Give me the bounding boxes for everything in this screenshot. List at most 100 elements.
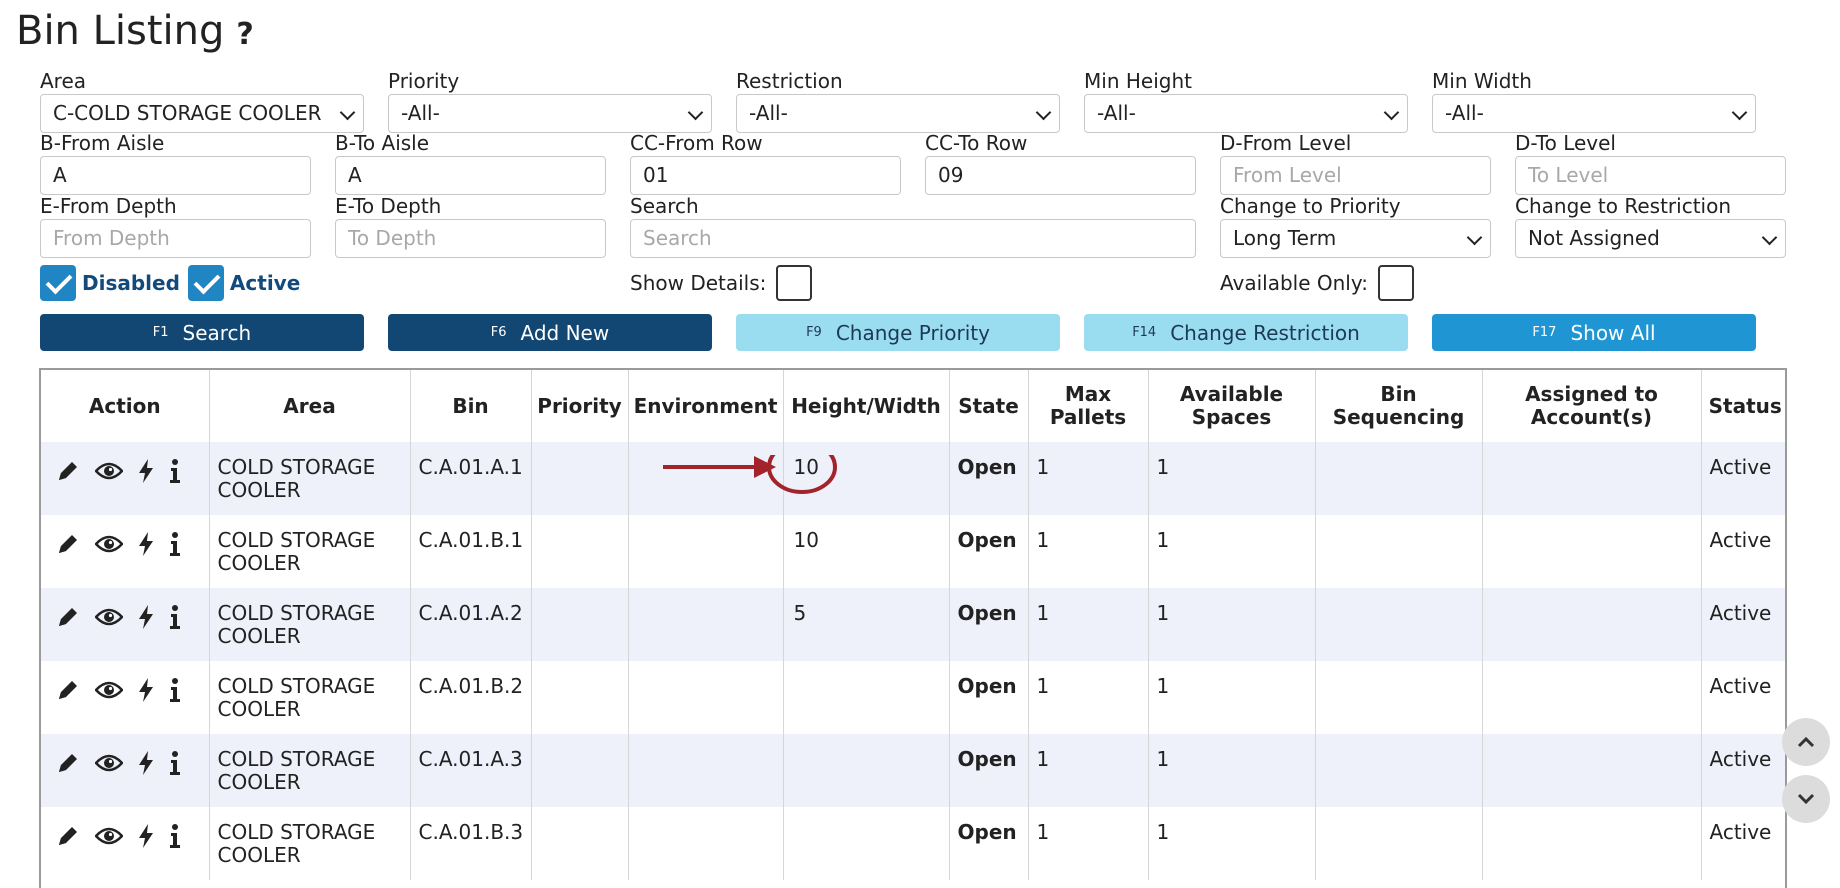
change-priority-button[interactable]: F9 Change Priority: [736, 314, 1060, 351]
add-new-button[interactable]: F6 Add New: [388, 314, 712, 351]
pencil-icon[interactable]: [55, 531, 81, 557]
row-actions: [55, 821, 201, 849]
column-header[interactable]: Bin Sequencing: [1314, 370, 1482, 442]
table-header-row: Action Area Bin Priority Environment Hei…: [41, 370, 1785, 442]
info-icon[interactable]: [169, 604, 181, 630]
info-icon[interactable]: [169, 750, 181, 776]
column-header[interactable]: Max Pallets: [1027, 370, 1148, 442]
column-header[interactable]: Status: [1700, 370, 1785, 442]
from-level-field: D-From Level From Level: [1220, 130, 1491, 195]
min-height-select[interactable]: -All-: [1084, 94, 1408, 133]
pencil-icon[interactable]: [55, 750, 81, 776]
info-icon[interactable]: [169, 458, 181, 484]
priority-select[interactable]: -All-: [388, 94, 712, 133]
priority-label: Priority: [388, 69, 460, 93]
to-level-field: D-To Level To Level: [1515, 130, 1786, 195]
area-select[interactable]: C-COLD STORAGE COOLER: [40, 94, 364, 133]
from-level-input[interactable]: From Level: [1220, 156, 1491, 195]
eye-icon[interactable]: [95, 533, 123, 555]
table-row: COLD STORAGE COOLER C.A.01.B.2 Open 1 1 Activ…: [41, 661, 1785, 734]
pencil-icon[interactable]: [55, 458, 81, 484]
to-depth-input[interactable]: To Depth: [335, 219, 606, 258]
lightning-icon[interactable]: [137, 823, 155, 849]
cell-available-spaces: 1: [1147, 515, 1315, 588]
disabled-checkbox-label[interactable]: Disabled: [82, 271, 180, 295]
column-header[interactable]: Height/Width: [782, 370, 949, 442]
from-row-input[interactable]: 01: [630, 156, 901, 195]
chevron-down-icon: [1797, 793, 1815, 805]
eye-icon[interactable]: [95, 679, 123, 701]
from-depth-input[interactable]: From Depth: [40, 219, 311, 258]
change-restriction-select[interactable]: Not Assigned: [1515, 219, 1786, 258]
cell-max-pallets: 1: [1027, 807, 1148, 880]
eye-icon[interactable]: [95, 460, 123, 482]
lightning-icon[interactable]: [137, 677, 155, 703]
min-width-select[interactable]: -All-: [1432, 94, 1756, 133]
search-button[interactable]: F1 Search: [40, 314, 364, 351]
show-all-button-label: Show All: [1570, 320, 1656, 345]
pencil-icon[interactable]: [55, 823, 81, 849]
show-all-button[interactable]: F17 Show All: [1432, 314, 1756, 351]
column-header[interactable]: Available Spaces: [1147, 370, 1315, 442]
column-header[interactable]: State: [948, 370, 1028, 442]
lightning-icon[interactable]: [137, 531, 155, 557]
page-title-text: Bin Listing: [16, 8, 225, 54]
to-row-input[interactable]: 09: [925, 156, 1196, 195]
cell-state: Open: [948, 734, 1028, 807]
bin-table-container: Action Area Bin Priority Environment Hei…: [39, 368, 1787, 888]
chevron-down-icon: [1731, 104, 1748, 121]
search-button-label: Search: [182, 320, 252, 345]
change-priority-field: Change to Priority Long Term: [1220, 193, 1491, 258]
lightning-icon[interactable]: [137, 750, 155, 776]
info-icon[interactable]: [169, 823, 181, 849]
eye-icon[interactable]: [95, 825, 123, 847]
cell-area: COLD STORAGE COOLER: [208, 515, 410, 588]
scroll-up-button[interactable]: [1782, 718, 1830, 766]
from-aisle-input[interactable]: A: [40, 156, 311, 195]
scroll-down-button[interactable]: [1782, 775, 1830, 823]
column-header[interactable]: Priority: [530, 370, 628, 442]
column-header[interactable]: Assigned to Account(s): [1481, 370, 1701, 442]
info-icon[interactable]: [169, 531, 181, 557]
bin-table: Action Area Bin Priority Environment Hei…: [41, 370, 1785, 880]
help-icon[interactable]: ?: [236, 17, 253, 52]
column-header[interactable]: Bin: [409, 370, 531, 442]
eye-icon[interactable]: [95, 752, 123, 774]
from-row-label: CC-From Row: [630, 131, 763, 155]
lightning-icon[interactable]: [137, 458, 155, 484]
show-details-label: Show Details:: [630, 271, 767, 295]
change-restriction-button[interactable]: F14 Change Restriction: [1084, 314, 1408, 351]
min-width-label: Min Width: [1432, 69, 1532, 93]
to-row-field: CC-To Row 09: [925, 130, 1196, 195]
to-level-input[interactable]: To Level: [1515, 156, 1786, 195]
search-label: Search: [630, 194, 699, 218]
row-actions: [55, 529, 201, 557]
to-aisle-field: B-To Aisle A: [335, 130, 606, 195]
to-aisle-input[interactable]: A: [335, 156, 606, 195]
column-header[interactable]: Area: [208, 370, 410, 442]
min-width-field: Min Width -All-: [1432, 68, 1756, 133]
cell-state: Open: [948, 515, 1028, 588]
restriction-select[interactable]: -All-: [736, 94, 1060, 133]
active-checkbox[interactable]: [187, 265, 224, 301]
info-icon[interactable]: [169, 677, 181, 703]
cell-bin: C.A.01.B.1: [409, 515, 531, 588]
cell-priority: [530, 661, 628, 734]
pencil-icon[interactable]: [55, 677, 81, 703]
pencil-icon[interactable]: [55, 604, 81, 630]
cell-actions: [41, 515, 209, 588]
active-checkbox-label[interactable]: Active: [230, 271, 300, 295]
disabled-checkbox[interactable]: [40, 265, 76, 301]
eye-icon[interactable]: [95, 606, 123, 628]
change-priority-select[interactable]: Long Term: [1220, 219, 1491, 258]
lightning-icon[interactable]: [137, 604, 155, 630]
annotation-arrow-icon: [663, 455, 837, 494]
available-only-checkbox[interactable]: [1377, 265, 1414, 301]
search-input[interactable]: Search: [630, 219, 1196, 258]
cell-accounts: [1481, 515, 1701, 588]
column-header[interactable]: Environment: [627, 370, 783, 442]
cell-height-width: 5: [782, 588, 949, 661]
table-row: COLD STORAGE COOLER C.A.01.A.2 5 Open 1 1 Acti…: [41, 588, 1785, 661]
cell-priority: [530, 734, 628, 807]
show-details-checkbox[interactable]: [776, 265, 813, 301]
